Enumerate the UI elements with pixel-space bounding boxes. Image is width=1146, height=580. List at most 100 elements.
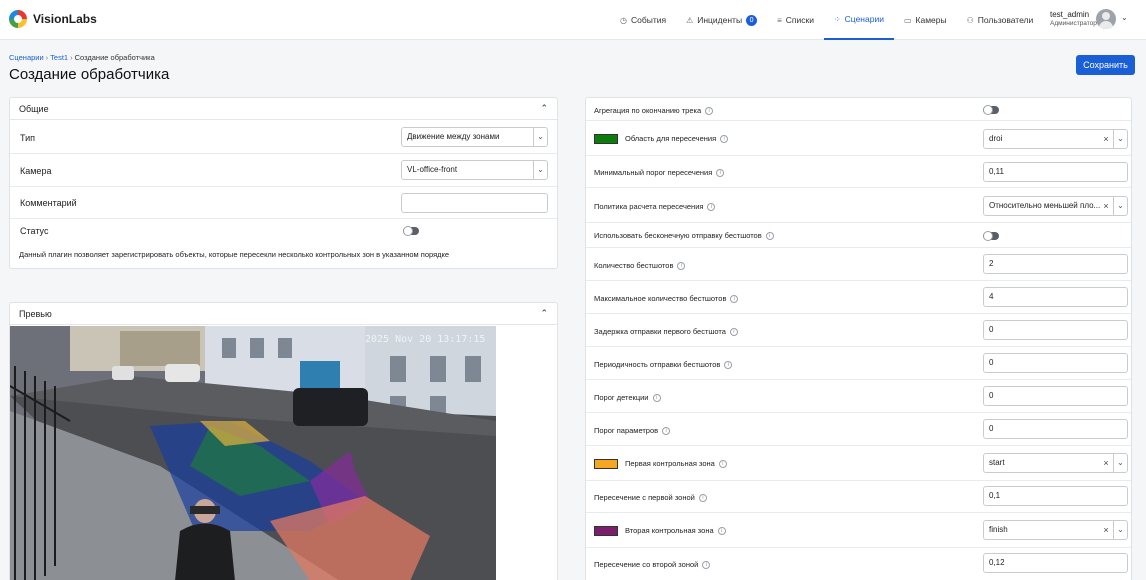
detection-label: Порог детекции i <box>594 393 661 403</box>
aggregation-label-text: Агрегация по окончанию трека <box>594 106 702 115</box>
clock-icon: ◷ <box>620 15 627 25</box>
close-icon[interactable]: × <box>1101 197 1111 215</box>
chevron-up-icon[interactable]: ⌃ <box>540 308 548 319</box>
info-icon[interactable]: i <box>730 295 739 304</box>
preview-panel-header[interactable]: Превью ⌃ <box>10 303 557 325</box>
user-name: test_admin <box>1050 10 1090 19</box>
info-icon[interactable]: i <box>698 494 707 503</box>
area-label: Область для пересечения i <box>594 134 729 145</box>
min-threshold-label: Минимальный порог пересечения i <box>594 168 725 178</box>
camera-select-value: VL-office-front <box>407 165 458 174</box>
user-info[interactable]: test_admin Администратор <box>1050 10 1097 27</box>
first-delay-label-text: Задержка отправки первого бестшота <box>594 327 726 336</box>
infinite-bestshot-toggle[interactable] <box>983 231 999 241</box>
type-row: Тип Движение между зонами ⌄ <box>10 121 557 154</box>
chevron-down-icon[interactable]: ⌄ <box>533 128 547 146</box>
breadcrumb-link-test1[interactable]: Test1 <box>50 53 68 62</box>
info-icon[interactable]: i <box>677 262 686 271</box>
breadcrumb-current: Создание обработчика <box>74 53 155 62</box>
info-icon[interactable]: i <box>717 527 726 536</box>
zone2-select[interactable]: finish × ⌄ <box>983 520 1128 540</box>
breadcrumb-link-scenarios[interactable]: Сценарии <box>9 53 44 62</box>
period-label-text: Периодичность отправки бестшотов <box>594 360 721 369</box>
general-panel-title: Общие <box>19 103 49 114</box>
status-row: Статус <box>10 219 557 243</box>
chevron-up-icon[interactable]: ⌃ <box>540 103 548 114</box>
nav-item-lists[interactable]: ≡ Списки <box>767 0 824 40</box>
preview-timestamp: 2025 Nov 20 13:17:15 <box>365 334 485 345</box>
policy-select[interactable]: Относительно меньшей пло... × ⌄ <box>983 196 1128 216</box>
nav-item-cameras[interactable]: ▭ Камеры <box>894 0 957 40</box>
max-bestshot-label: Максимальное количество бестшотов i <box>594 294 739 304</box>
info-icon[interactable]: i <box>702 561 711 570</box>
comment-input[interactable] <box>401 193 548 213</box>
zone1-cross-label: Пересечение с первой зоной i <box>594 493 707 503</box>
detection-input[interactable]: 0 <box>983 386 1128 406</box>
nav-item-incidents[interactable]: ⚠ Инциденты 0 <box>676 0 767 40</box>
chevron-down-icon[interactable]: ⌄ <box>1113 130 1127 148</box>
close-icon[interactable]: × <box>1101 454 1111 472</box>
nav-item-scenarios[interactable]: ⁘ Сценарии <box>823 0 894 40</box>
chevron-down-icon[interactable]: ⌄ <box>1113 521 1127 539</box>
bestshot-count-label: Количество бестшотов i <box>594 261 686 271</box>
params-input[interactable]: 0 <box>983 419 1128 439</box>
area-label-text: Область для пересечения <box>625 134 717 143</box>
info-icon[interactable]: i <box>662 427 671 436</box>
settings-panel: Агрегация по окончанию трека i Область дл… <box>585 97 1132 580</box>
aggregation-toggle[interactable] <box>983 105 999 115</box>
aggregation-label: Агрегация по окончанию трека i <box>594 106 714 116</box>
info-icon[interactable]: i <box>724 361 733 370</box>
bestshot-count-input[interactable]: 2 <box>983 254 1128 274</box>
area-select[interactable]: droi × ⌄ <box>983 129 1128 149</box>
info-icon[interactable]: i <box>718 460 727 469</box>
zone1-label: Первая контрольная зона i <box>594 459 727 470</box>
max-bestshot-label-text: Максимальное количество бестшотов <box>594 294 727 303</box>
zone1-cross-input[interactable]: 0,1 <box>983 486 1128 506</box>
chevron-down-icon[interactable]: ⌄ <box>1113 454 1127 472</box>
min-threshold-input[interactable]: 0,11 <box>983 162 1128 182</box>
user-role: Администратор <box>1050 20 1097 27</box>
info-icon[interactable]: i <box>720 135 729 144</box>
infinite-bestshot-row: Использовать бесконечную отправку бестшо… <box>586 223 1131 248</box>
chevron-down-icon[interactable]: ⌄ <box>1121 13 1128 22</box>
avatar[interactable] <box>1096 9 1116 29</box>
camera-select[interactable]: VL-office-front ⌄ <box>401 160 548 180</box>
detection-label-text: Порог детекции <box>594 393 649 402</box>
save-button[interactable]: Сохранить <box>1076 55 1135 75</box>
info-icon[interactable]: i <box>652 394 661 403</box>
info-icon[interactable]: i <box>705 107 714 116</box>
first-delay-input[interactable]: 0 <box>983 320 1128 340</box>
policy-label-text: Политика расчета пересечения <box>594 202 704 211</box>
zone2-cross-input[interactable]: 0,12 <box>983 553 1128 573</box>
close-icon[interactable]: × <box>1101 130 1111 148</box>
info-icon[interactable]: i <box>729 328 738 337</box>
policy-select-value: Относительно меньшей пло... <box>989 201 1101 210</box>
zone1-select[interactable]: start × ⌄ <box>983 453 1128 473</box>
grid-icon: ⁘ <box>833 14 841 24</box>
nav-item-events[interactable]: ◷ События <box>610 0 676 40</box>
zone2-label: Вторая контрольная зона i <box>594 526 726 537</box>
aggregation-row: Агрегация по окончанию трека i <box>586 98 1131 121</box>
camera-preview-scene: 2025 Nov 20 13:17:15 <box>10 326 496 580</box>
chevron-down-icon[interactable]: ⌄ <box>533 161 547 179</box>
area-color-swatch <box>594 134 618 145</box>
info-icon[interactable]: i <box>707 203 716 212</box>
chevron-down-icon[interactable]: ⌄ <box>1113 197 1127 215</box>
params-label-text: Порог параметров <box>594 426 659 435</box>
type-label: Тип <box>20 133 36 143</box>
nav-item-users[interactable]: ⚇ Пользователи <box>957 0 1044 40</box>
close-icon[interactable]: × <box>1101 521 1111 539</box>
zone1-cross-row: Пересечение с первой зоной i 0,1 <box>586 481 1131 513</box>
first-delay-label: Задержка отправки первого бестшота i <box>594 327 738 337</box>
brand-logo[interactable]: VisionLabs <box>9 10 97 28</box>
camera-preview-image[interactable]: 2025 Nov 20 13:17:15 <box>10 326 496 580</box>
general-panel-header[interactable]: Общие ⌃ <box>10 98 557 120</box>
max-bestshot-input[interactable]: 4 <box>983 287 1128 307</box>
nav-item-label: Инциденты <box>697 15 743 25</box>
type-select[interactable]: Движение между зонами ⌄ <box>401 127 548 147</box>
zone2-color-swatch <box>594 526 618 537</box>
status-toggle[interactable] <box>403 226 419 236</box>
period-input[interactable]: 0 <box>983 353 1128 373</box>
info-icon[interactable]: i <box>765 232 774 241</box>
info-icon[interactable]: i <box>716 169 725 178</box>
